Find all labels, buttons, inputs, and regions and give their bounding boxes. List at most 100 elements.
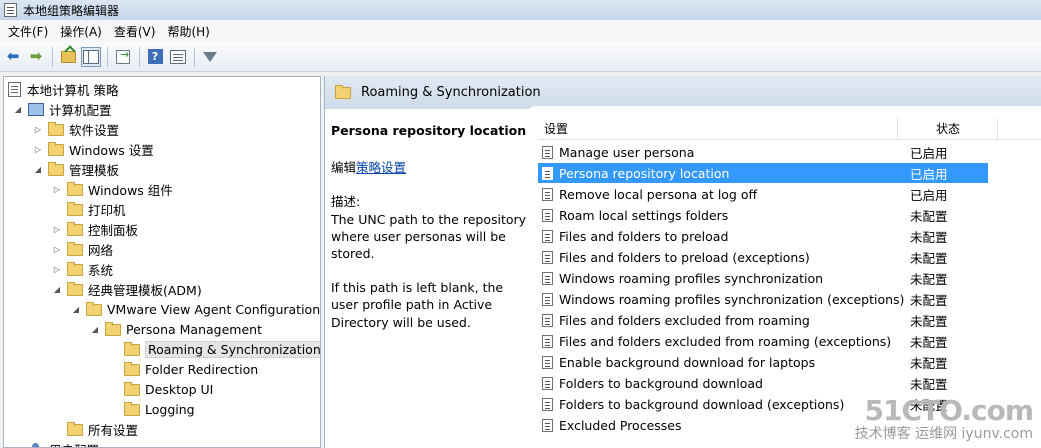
show-hide-tree-icon [83,49,99,64]
list-item[interactable]: Excluded Processes [538,415,988,435]
export-list-button[interactable] [113,47,133,67]
column-header-state[interactable]: 状态 [898,117,998,140]
show-hide-tree-button[interactable] [81,46,101,67]
setting-name: Excluded Processes [559,417,682,433]
tree-item-windows-components[interactable]: ▷ Windows 组件 [51,180,173,199]
policy-setting-icon [542,418,553,432]
setting-state: 未配置 [910,229,948,245]
tree-item-windows-settings[interactable]: ▷ Windows 设置 [32,140,154,159]
tree-item-software-settings[interactable]: ▷ 软件设置 [32,120,119,139]
tree-item-network[interactable]: ▷ 网络 [51,240,113,259]
expanded-arrow-icon[interactable]: ◢ [32,165,44,174]
policy-document-icon [8,82,21,97]
list-item[interactable]: Files and folders to preload (exceptions… [538,247,988,267]
collapsed-arrow-icon[interactable]: ▷ [51,225,63,234]
list-item[interactable]: Files and folders excluded from roaming … [538,331,988,351]
tree-item-desktop-ui[interactable]: Desktop UI [108,380,213,399]
list-item[interactable]: Windows roaming profiles synchronization… [538,268,988,288]
properties-pane-button[interactable] [168,47,188,67]
setting-name: Folders to background download (exceptio… [559,396,845,412]
folder-icon [124,361,140,376]
filter-button[interactable] [200,47,220,67]
setting-state: 已启用 [910,145,948,161]
edit-prefix: 编辑 [331,160,357,176]
tree-item-computer-config[interactable]: ◢ 计算机配置 [12,100,112,119]
expanded-arrow-icon[interactable]: ◢ [89,325,101,334]
list-item[interactable]: Persona repository location 已启用 [538,163,988,183]
list-item[interactable]: Folders to background download (exceptio… [538,394,988,414]
tree-item-all-settings[interactable]: 所有设置 [51,420,138,439]
navigation-tree[interactable]: 本地计算机 策略 ◢ 计算机配置 ▷ 软件设置 ▷ Windows 设置 ◢ 管… [3,76,321,448]
tree-item-folder-redirection[interactable]: Folder Redirection [108,360,258,379]
tree-item-admin-templates[interactable]: ◢ 管理模板 [32,160,119,179]
tree-item-root[interactable]: 本地计算机 策略 [8,80,118,99]
toolbar-separator [194,46,195,67]
expanded-arrow-icon[interactable]: ◢ [12,105,24,114]
forward-button[interactable]: ➡ [26,47,46,67]
export-list-icon [116,49,130,64]
list-item[interactable]: Manage user persona 已启用 [538,142,988,162]
collapsed-arrow-icon[interactable]: ▷ [32,145,44,154]
folder-icon [105,321,121,336]
list-item[interactable]: Folders to background download 未配置 [538,373,988,393]
collapsed-arrow-icon[interactable]: ▷ [51,245,63,254]
edit-policy-link[interactable]: 策略设置 [356,160,406,175]
menu-view[interactable]: 查看(V) [108,23,162,40]
tree-item-persona-management[interactable]: ◢ Persona Management [89,320,262,339]
setting-name: Enable background download for laptops [559,354,816,370]
menu-help[interactable]: 帮助(H) [161,23,215,40]
back-button[interactable]: ⬅ [3,47,23,67]
tree-item-system[interactable]: ▷ 系统 [51,260,113,279]
tree-item-label: 软件设置 [69,123,120,138]
tree-item-roaming-sync[interactable]: Roaming & Synchronization [108,340,320,359]
setting-state: 未配置 [910,334,948,350]
policy-setting-icon [542,292,553,306]
forward-arrow-icon: ➡ [29,47,43,65]
folder-icon [48,141,64,156]
collapsed-arrow-icon[interactable]: ▷ [32,125,44,134]
tree-item-printers[interactable]: 打印机 [51,200,126,219]
policy-setting-icon [542,145,553,159]
tree-item-user-config[interactable]: ▷ 用户配置 [12,440,99,447]
collapsed-arrow-icon[interactable]: ▷ [51,265,63,274]
list-item[interactable]: Files and folders excluded from roaming … [538,310,988,330]
list-item[interactable]: Roam local settings folders 未配置 [538,205,988,225]
list-item[interactable]: Enable background download for laptops 未… [538,352,988,372]
setting-state: 已启用 [910,166,948,182]
tree-item-control-panel[interactable]: ▷ 控制面板 [51,220,138,239]
toolbar-separator [107,46,108,67]
collapsed-arrow-icon[interactable]: ▷ [51,185,63,194]
tree-item-label: Logging [145,402,195,417]
setting-state: 未配置 [910,292,948,308]
tree-item-label: Windows 设置 [69,143,154,158]
list-item[interactable]: Files and folders to preload 未配置 [538,226,988,246]
folder-icon [67,241,83,256]
setting-name: Manage user persona [559,144,695,160]
folder-icon [124,341,140,356]
tree-item-vmware-view-agent[interactable]: ◢ VMware View Agent Configuration [70,300,320,319]
policy-setting-icon [542,334,553,348]
title-bar: 本地组策略编辑器 [0,0,1041,20]
up-one-level-button[interactable] [58,47,78,67]
tree-item-classic-admin-templates[interactable]: ◢ 经典管理模板(ADM) [51,280,202,299]
description-paragraph-1: The UNC path to the repository where use… [331,211,527,262]
computer-icon [28,103,44,116]
folder-icon [67,181,83,196]
tree-item-logging[interactable]: Logging [108,400,195,419]
list-header: 设置 状态 [538,117,1041,140]
list-item[interactable]: Windows roaming profiles synchronization… [538,289,988,309]
tree-item-label: 所有设置 [88,423,139,438]
expanded-arrow-icon[interactable]: ◢ [70,305,82,314]
help-button[interactable]: ? [145,47,165,67]
folder-icon [124,401,140,416]
column-header-setting[interactable]: 设置 [538,117,898,140]
menu-action[interactable]: 操作(A) [54,23,108,40]
folder-icon [67,261,83,276]
menu-file[interactable]: 文件(F) [2,23,54,40]
tree-item-label: Windows 组件 [88,183,173,198]
user-icon [28,443,44,447]
list-item[interactable]: Remove local persona at log off 已启用 [538,184,988,204]
window-title: 本地组策略编辑器 [23,3,120,18]
setting-name: Files and folders to preload [559,228,729,244]
expanded-arrow-icon[interactable]: ◢ [51,285,63,294]
